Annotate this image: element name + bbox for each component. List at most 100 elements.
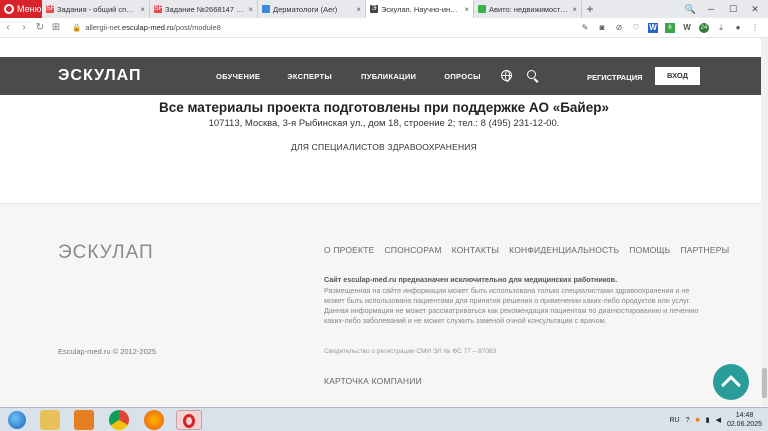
- clock-date: 02.06.2025: [726, 421, 762, 428]
- clock[interactable]: 14:48 02.06.2025: [727, 411, 762, 429]
- browser-tab[interactable]: Авито: недвижимость, тра×: [474, 0, 582, 18]
- tab-close-icon[interactable]: ×: [464, 5, 469, 14]
- footer-link-contacts[interactable]: КОНТАКТЫ: [452, 245, 499, 255]
- footer-link-sponsors[interactable]: СПОНСОРАМ: [384, 245, 441, 255]
- tab-title: Задание №2668147 - про: [165, 4, 246, 14]
- edit-icon[interactable]: ✎: [580, 23, 590, 33]
- camera-icon[interactable]: ◙: [597, 23, 607, 33]
- tab-close-icon[interactable]: ×: [140, 5, 145, 14]
- nav-item-experts[interactable]: ЭКСПЕРТЫ: [287, 72, 332, 81]
- reload-icon[interactable]: ↻: [32, 22, 48, 33]
- site-footer: ЭСКУЛАП О ПРОЕКТЕ СПОНСОРАМ КОНТАКТЫ КОН…: [0, 203, 768, 407]
- tab-favicon-icon: [478, 5, 486, 13]
- footer-registration: Свидетельство о регистрации СМИ ЭЛ № ФС …: [324, 348, 497, 355]
- main-nav: ОБУЧЕНИЕ ЭКСПЕРТЫ ПУБЛИКАЦИИ ОПРОСЫ: [216, 72, 481, 81]
- download-icon[interactable]: ⤓: [716, 23, 726, 33]
- page-scrollbar-track[interactable]: [761, 38, 768, 407]
- tab-title: Задания - общий список: [57, 4, 138, 14]
- start-button[interactable]: [2, 409, 32, 431]
- scroll-to-top-button[interactable]: [713, 364, 749, 400]
- nav-item-surveys[interactable]: ОПРОСЫ: [444, 72, 481, 81]
- speed-dial-icon[interactable]: ⊞: [48, 22, 64, 33]
- extension-w2-icon[interactable]: W: [682, 23, 692, 33]
- browser-tab-bar: Меню SP Задания - общий список × SP Задание …: [0, 0, 768, 18]
- windows-logo-icon: [8, 411, 26, 429]
- specialists-notice: ДЛЯ СПЕЦИАЛИСТОВ ЗДРАВООХРАНЕНИЯ: [291, 142, 477, 152]
- site-header: ЭСКУЛАП ОБУЧЕНИЕ ЭКСПЕРТЫ ПУБЛИКАЦИИ ОПР…: [0, 57, 768, 95]
- tab-search-icon[interactable]: 🔍: [685, 4, 696, 15]
- tab-title: Дерматологи (Aer): [273, 4, 338, 14]
- url-field[interactable]: 🔒 allergii-net.esculap-med.ru/post/modul…: [72, 23, 221, 32]
- chrome-icon[interactable]: [109, 410, 129, 430]
- tab-favicon-icon: [262, 5, 270, 13]
- media-player-icon[interactable]: [74, 410, 94, 430]
- tab-favicon-icon: SP: [154, 5, 164, 13]
- menu-label: Меню: [17, 4, 42, 14]
- minimize-button[interactable]: ─: [704, 4, 718, 14]
- register-link[interactable]: РЕГИСТРАЦИЯ: [587, 73, 642, 82]
- tab-close-icon[interactable]: ×: [248, 5, 253, 14]
- tab-title: Эскулап. Научно-информ: [381, 4, 462, 14]
- support-address: 107113, Москва, 3-я Рыбинская ул., дом 1…: [208, 118, 560, 129]
- footer-logo[interactable]: ЭСКУЛАП: [58, 242, 154, 264]
- tab-close-icon[interactable]: ×: [572, 5, 577, 14]
- footer-copyright: Esculap-med.ru © 2012-2025: [58, 347, 157, 356]
- window-controls: 🔍 ─ ☐ ✕: [685, 0, 768, 18]
- footer-note-title: Сайт esculap-med.ru предназначен исключи…: [324, 275, 618, 284]
- new-tab-button[interactable]: +: [582, 0, 598, 18]
- firefox-icon[interactable]: [144, 410, 164, 430]
- close-window-button[interactable]: ✕: [748, 4, 762, 15]
- extension-count-icon[interactable]: 24: [699, 22, 709, 33]
- opera-menu-button[interactable]: Меню: [0, 0, 42, 18]
- clock-time: 14:48: [735, 412, 754, 419]
- browser-tab[interactable]: Дерматологи (Aer) ×: [258, 0, 366, 18]
- block-icon[interactable]: ⊘: [614, 23, 624, 33]
- opera-logo-icon: [4, 4, 14, 14]
- system-tray: RU ? ■ ▮ ◀ 14:48 02.06.2025: [669, 411, 762, 429]
- search-icon[interactable]: [527, 70, 536, 79]
- url-host: esculap-med.ru: [122, 23, 174, 32]
- footer-link-partners[interactable]: ПАРТНЕРЫ: [680, 245, 729, 255]
- extension-w-icon[interactable]: W: [648, 22, 658, 33]
- footer-link-about[interactable]: О ПРОЕКТЕ: [324, 245, 374, 255]
- page-scrollbar-thumb[interactable]: [762, 368, 767, 398]
- nav-item-training[interactable]: ОБУЧЕНИЕ: [216, 72, 260, 81]
- browser-tab[interactable]: SP Задание №2668147 - про ×: [150, 0, 258, 18]
- maximize-button[interactable]: ☐: [726, 4, 740, 15]
- network-icon[interactable]: ▮: [706, 416, 710, 424]
- more-menu-icon[interactable]: ⋮: [750, 23, 760, 33]
- browser-tab[interactable]: SP Задания - общий список ×: [42, 0, 150, 18]
- footer-note-body: Размещенная на сайте информация может бы…: [324, 286, 699, 325]
- volume-icon[interactable]: ◀: [716, 416, 721, 424]
- help-icon[interactable]: ?: [686, 417, 690, 424]
- extension-badge-icon[interactable]: 6: [665, 22, 675, 33]
- tab-title: Авито: недвижимость, тра: [489, 4, 569, 14]
- nav-item-publications[interactable]: ПУБЛИКАЦИИ: [361, 72, 416, 81]
- secure-lock-icon: 🔒: [72, 23, 82, 32]
- extensions-bar: ✎ ◙ ⊘ ♡ W 6 W 24 ⤓ ● ⋮: [580, 22, 768, 33]
- language-globe-icon[interactable]: [501, 70, 512, 82]
- language-indicator[interactable]: RU: [669, 417, 679, 424]
- tray-app-icon[interactable]: ■: [695, 417, 699, 424]
- windows-taskbar: RU ? ■ ▮ ◀ 14:48 02.06.2025: [0, 407, 768, 431]
- profile-icon[interactable]: ●: [733, 23, 743, 33]
- tab-favicon-icon: SP: [46, 5, 56, 13]
- tab-close-icon[interactable]: ×: [356, 5, 361, 14]
- forward-button[interactable]: ›: [16, 22, 32, 33]
- footer-nav: О ПРОЕКТЕ СПОНСОРАМ КОНТАКТЫ КОНФИДЕНЦИА…: [324, 245, 729, 255]
- url-path: /post/module8: [173, 23, 221, 32]
- company-card-link[interactable]: КАРТОЧКА КОМПАНИИ: [324, 376, 422, 386]
- footer-link-help[interactable]: ПОМОЩЬ: [629, 245, 670, 255]
- browser-tab[interactable]: Э Эскулап. Научно-информ ×: [366, 0, 474, 18]
- url-prefix: allergii-net.: [85, 23, 123, 32]
- footer-link-privacy[interactable]: КОНФИДЕНЦИАЛЬНОСТЬ: [509, 245, 619, 255]
- site-logo[interactable]: ЭСКУЛАП: [58, 67, 142, 85]
- opera-taskbar-icon[interactable]: [176, 410, 202, 430]
- back-button[interactable]: ‹: [0, 22, 16, 33]
- login-button[interactable]: ВХОД: [655, 67, 700, 85]
- address-bar: ‹ › ↻ ⊞ 🔒 allergii-net.esculap-med.ru/po…: [0, 18, 768, 38]
- explorer-icon[interactable]: [40, 410, 60, 430]
- support-title: Все материалы проекта подготовлены при п…: [158, 100, 609, 115]
- tab-favicon-icon: Э: [370, 5, 378, 13]
- heart-icon[interactable]: ♡: [631, 23, 641, 33]
